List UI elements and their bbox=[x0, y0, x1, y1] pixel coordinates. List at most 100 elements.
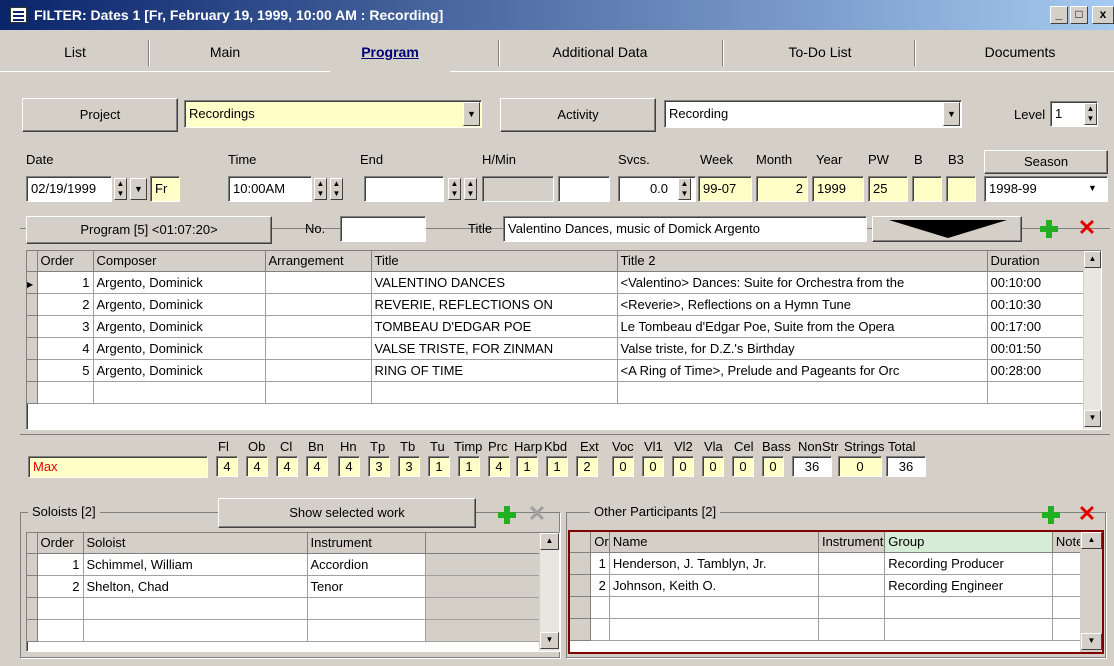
add-participant-button[interactable] bbox=[1040, 504, 1062, 526]
delete-work-button[interactable]: ✕ bbox=[1076, 217, 1098, 240]
cell-composer[interactable]: Argento, Dominick bbox=[93, 271, 266, 294]
scroll-up-icon[interactable]: ▲ bbox=[1084, 251, 1101, 268]
time-input[interactable]: 10:00AM bbox=[228, 176, 312, 202]
activity-button[interactable]: Activity bbox=[500, 98, 656, 132]
table-row[interactable]: 2 Argento, Dominick REVERIE, REFLECTIONS… bbox=[27, 293, 1086, 316]
instr-timp-value[interactable]: 1 bbox=[458, 456, 480, 477]
no-input[interactable] bbox=[340, 216, 426, 242]
instr-ob-value[interactable]: 4 bbox=[246, 456, 268, 477]
cell-arrangement[interactable] bbox=[265, 315, 372, 338]
season-dropdown-icon[interactable]: ▼ bbox=[1084, 178, 1101, 200]
instr-cl-value[interactable]: 4 bbox=[276, 456, 298, 477]
cell-composer[interactable]: Argento, Dominick bbox=[93, 315, 266, 338]
hmin-input[interactable] bbox=[558, 176, 610, 202]
cell-title2[interactable]: Valse triste, for D.Z.'s Birthday bbox=[617, 337, 988, 360]
table-row[interactable]: 1 Henderson, J. Tamblyn, Jr. Recording Pro… bbox=[570, 552, 1085, 575]
instr-bass-value[interactable]: 0 bbox=[762, 456, 784, 477]
instr-vl1-value[interactable]: 0 bbox=[642, 456, 664, 477]
cell-arrangement[interactable] bbox=[265, 271, 372, 294]
cell-title2[interactable]: Le Tombeau d'Edgar Poe, Suite from the O… bbox=[617, 315, 988, 338]
col-name[interactable]: Name bbox=[609, 532, 819, 553]
scroll-down-icon[interactable]: ▼ bbox=[1084, 410, 1101, 427]
show-selected-work-button[interactable]: Show selected work bbox=[218, 498, 476, 528]
instr-kbd-value[interactable]: 1 bbox=[546, 456, 568, 477]
cell-title2[interactable]: <Valentino> Dances: Suite for Orchestra … bbox=[617, 271, 988, 294]
instr-tp-value[interactable]: 3 bbox=[368, 456, 390, 477]
cell-title[interactable]: TOMBEAU D'EDGAR POE bbox=[371, 315, 618, 338]
cell-duration[interactable]: 00:28:00 bbox=[987, 359, 1086, 382]
col-soloist-order[interactable]: Order bbox=[37, 533, 84, 554]
cell-duration[interactable]: 00:10:30 bbox=[987, 293, 1086, 316]
end-spin-icon[interactable]: ▲ ▼ bbox=[448, 178, 461, 200]
col-group[interactable]: Group bbox=[884, 532, 1053, 553]
col-arrangement[interactable]: Arrangement bbox=[265, 251, 372, 272]
col-instrument[interactable]: Instrument bbox=[307, 533, 426, 554]
instr-tb-value[interactable]: 3 bbox=[398, 456, 420, 477]
cell-group[interactable]: Recording Engineer bbox=[884, 574, 1053, 597]
instr-tu-value[interactable]: 1 bbox=[428, 456, 450, 477]
tab-main[interactable]: Main bbox=[170, 32, 280, 72]
cell-order[interactable]: 4 bbox=[37, 337, 94, 360]
cell-duration[interactable]: 00:01:50 bbox=[987, 337, 1086, 360]
cell-arrangement[interactable] bbox=[265, 359, 372, 382]
cell-instrument[interactable] bbox=[818, 552, 886, 575]
cell-composer[interactable]: Argento, Dominick bbox=[93, 293, 266, 316]
instr-harp-value[interactable]: 1 bbox=[516, 456, 538, 477]
instr-fl-value[interactable]: 4 bbox=[216, 456, 238, 477]
date-spin-icon[interactable]: ▲ ▼ bbox=[114, 178, 127, 200]
level-spin-icon[interactable]: ▲ ▼ bbox=[1084, 103, 1097, 125]
cell-notes[interactable] bbox=[1052, 574, 1085, 597]
table-row[interactable]: 1 Schimmel, William Accordion bbox=[27, 553, 542, 576]
minimize-button[interactable]: _ bbox=[1050, 6, 1068, 24]
table-row[interactable]: 4 Argento, Dominick VALSE TRISTE, FOR ZI… bbox=[27, 337, 1086, 360]
instr-hn-value[interactable]: 4 bbox=[338, 456, 360, 477]
tab-program[interactable]: Program bbox=[330, 32, 450, 72]
instr-bn-value[interactable]: 4 bbox=[306, 456, 328, 477]
col-title2[interactable]: Title 2 bbox=[617, 251, 988, 272]
cell-soloist[interactable]: Shelton, Chad bbox=[83, 575, 308, 598]
time-spin2-icon[interactable]: ▲ ▼ bbox=[330, 178, 343, 200]
instr-vla-value[interactable]: 0 bbox=[702, 456, 724, 477]
col-soloist[interactable]: Soloist bbox=[83, 533, 308, 554]
season-button[interactable]: Season bbox=[984, 150, 1108, 174]
scroll-up-icon[interactable]: ▲ bbox=[1081, 532, 1102, 549]
cell-instrument[interactable]: Tenor bbox=[307, 575, 426, 598]
cell-title[interactable]: REVERIE, REFLECTIONS ON bbox=[371, 293, 618, 316]
delete-soloist-button[interactable]: ✕ bbox=[526, 503, 548, 526]
table-row[interactable]: 2 Shelton, Chad Tenor bbox=[27, 575, 542, 598]
scroll-down-icon[interactable]: ▼ bbox=[1081, 633, 1102, 650]
time-spin-icon[interactable]: ▲ ▼ bbox=[314, 178, 327, 200]
program-table-scrollbar[interactable]: ▲ ▼ bbox=[1083, 251, 1101, 429]
maximize-button[interactable]: □ bbox=[1070, 6, 1088, 24]
close-button[interactable]: x bbox=[1092, 6, 1114, 24]
delete-participant-button[interactable]: ✕ bbox=[1076, 503, 1098, 526]
table-row[interactable]: 3 Argento, Dominick TOMBEAU D'EDGAR POE … bbox=[27, 315, 1086, 338]
cell-duration[interactable]: 00:17:00 bbox=[987, 315, 1086, 338]
project-select[interactable]: Recordings bbox=[184, 100, 482, 128]
scroll-up-icon[interactable]: ▲ bbox=[540, 533, 559, 550]
cell-order[interactable]: 1 bbox=[590, 552, 610, 575]
activity-select[interactable]: Recording bbox=[664, 100, 962, 128]
scroll-down-icon[interactable]: ▼ bbox=[540, 632, 559, 649]
cell-instrument[interactable] bbox=[818, 574, 886, 597]
date-dropdown-icon[interactable]: ▼ bbox=[130, 178, 147, 200]
cell-soloist[interactable]: Schimmel, William bbox=[83, 553, 308, 576]
svcs-spin-icon[interactable]: ▲ ▼ bbox=[678, 178, 691, 200]
expand-button[interactable] bbox=[872, 216, 1022, 242]
tab-todo-list[interactable]: To-Do List bbox=[740, 32, 900, 72]
col-order[interactable]: Order bbox=[37, 251, 94, 272]
cell-arrangement[interactable] bbox=[265, 337, 372, 360]
cell-order[interactable]: 1 bbox=[37, 553, 84, 576]
instr-ext-value[interactable]: 2 bbox=[576, 456, 598, 477]
col-composer[interactable]: Composer bbox=[93, 251, 266, 272]
cell-title2[interactable]: <A Ring of Time>, Prelude and Pageants f… bbox=[617, 359, 988, 382]
program-button[interactable]: Program [5] <01:07:20> bbox=[26, 216, 272, 244]
participants-scrollbar[interactable]: ▲ ▼ bbox=[1080, 532, 1102, 652]
table-row[interactable]: 2 Johnson, Keith O. Recording Engineer bbox=[570, 574, 1085, 597]
cell-duration[interactable]: 00:10:00 bbox=[987, 271, 1086, 294]
tab-additional-data[interactable]: Additional Data bbox=[520, 32, 680, 72]
cell-name[interactable]: Johnson, Keith O. bbox=[609, 574, 819, 597]
table-row-empty[interactable] bbox=[27, 381, 1086, 404]
instr-voc-value[interactable]: 0 bbox=[612, 456, 634, 477]
end-input[interactable] bbox=[364, 176, 444, 202]
